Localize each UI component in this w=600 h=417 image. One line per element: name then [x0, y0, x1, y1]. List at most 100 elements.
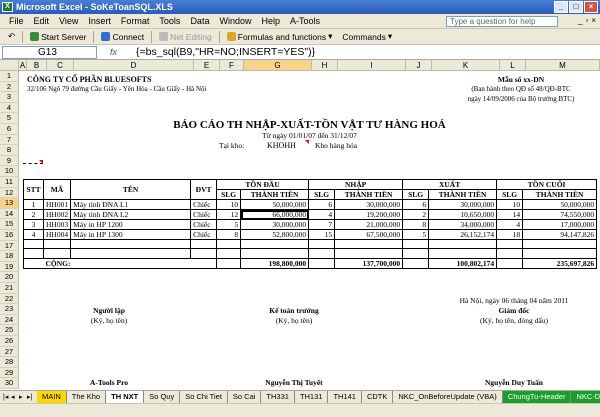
row-header[interactable]: 22 — [0, 293, 19, 305]
table-cell[interactable]: 15 — [308, 229, 336, 240]
column-header[interactable]: K — [432, 60, 500, 71]
table-cell[interactable]: 18 — [496, 229, 524, 240]
table-cell[interactable]: 74,550,000 — [522, 209, 598, 220]
row-header[interactable]: 27 — [0, 346, 19, 358]
tab-th331[interactable]: TH331 — [261, 391, 295, 403]
row-header[interactable]: 8 — [0, 145, 19, 156]
row-header[interactable]: 12 — [0, 187, 19, 199]
table-cell[interactable]: 5 — [216, 219, 242, 230]
close-button[interactable]: × — [584, 1, 598, 13]
table-cell[interactable]: 2 — [23, 209, 44, 220]
tab-the-kho[interactable]: The Kho — [67, 391, 107, 403]
commands-button[interactable]: Commands ▾ — [337, 31, 397, 42]
tab-nkc-onbeforeupdate[interactable]: NKC_OnBeforeUpdate (VBA) — [393, 391, 503, 403]
table-cell[interactable]: 52,800,000 — [240, 229, 310, 240]
table-cell[interactable]: 3 — [23, 219, 44, 230]
row-header[interactable]: 25 — [0, 325, 19, 336]
connect-button[interactable]: Connect — [96, 32, 149, 42]
menu-file[interactable]: File — [4, 16, 29, 26]
row-header[interactable]: 23 — [0, 304, 19, 315]
tab-th141[interactable]: TH141 — [328, 391, 362, 403]
row-header[interactable]: 15 — [0, 219, 19, 230]
start-server-button[interactable]: Start Server — [25, 32, 91, 42]
menu-a-tools[interactable]: A-Tools — [285, 16, 325, 26]
table-cell[interactable]: 6 — [402, 199, 430, 210]
name-box[interactable]: G13 — [2, 46, 97, 59]
net-editing-button[interactable]: Net Editing — [154, 32, 217, 42]
column-header[interactable]: D — [74, 60, 194, 71]
row-header[interactable]: 16 — [0, 230, 19, 241]
prev-sheet-icon[interactable]: ◂ — [11, 393, 18, 401]
menu-window[interactable]: Window — [214, 16, 256, 26]
last-sheet-icon[interactable]: ▸| — [27, 393, 34, 401]
column-header[interactable]: J — [406, 60, 432, 71]
table-cell[interactable]: 30,000,000 — [240, 219, 310, 230]
tab-nkc-details[interactable]: NKC-Details — [571, 391, 600, 403]
table-cell[interactable]: 14 — [496, 209, 524, 220]
table-cell[interactable]: 30,000,000 — [334, 199, 404, 210]
menu-data[interactable]: Data — [185, 16, 214, 26]
table-cell[interactable]: HH003 — [42, 219, 72, 230]
table-cell[interactable]: 8 — [216, 229, 242, 240]
tab-so-cai[interactable]: So Cai — [228, 391, 262, 403]
column-header[interactable]: G — [244, 60, 312, 71]
tab-main[interactable]: MAIN — [37, 391, 67, 403]
minimize-button[interactable]: _ — [554, 1, 568, 13]
maximize-button[interactable]: □ — [569, 1, 583, 13]
menu-edit[interactable]: Edit — [29, 16, 55, 26]
row-header[interactable]: 9 — [0, 155, 19, 167]
row-header[interactable]: 5 — [0, 113, 19, 124]
column-header[interactable]: A — [19, 60, 27, 71]
menu-format[interactable]: Format — [116, 16, 155, 26]
row-header[interactable]: 29 — [0, 367, 19, 379]
doc-close-icon[interactable]: × — [591, 16, 596, 25]
tab-so-quy[interactable]: So Quy — [144, 391, 181, 403]
formulas-button[interactable]: Formulas and functions ▾ — [222, 31, 338, 42]
row-header[interactable]: 2 — [0, 81, 19, 93]
row-header[interactable]: 14 — [0, 208, 19, 220]
menu-view[interactable]: View — [54, 16, 83, 26]
table-cell[interactable]: Máy in HP 1300 — [70, 229, 192, 240]
table-cell[interactable]: 2 — [402, 209, 430, 220]
tab-chungtu-header[interactable]: ChungTu-Header — [502, 391, 572, 403]
column-header[interactable]: F — [220, 60, 244, 71]
row-header[interactable]: 17 — [0, 240, 19, 252]
table-cell[interactable]: Máy tính ĐNA L2 — [70, 209, 192, 220]
row-header[interactable]: 30 — [0, 378, 19, 389]
row-header[interactable]: 13 — [0, 198, 19, 209]
table-cell[interactable]: HH001 — [42, 199, 72, 210]
table-cell[interactable]: Máy tính ĐNA L1 — [70, 199, 192, 210]
select-all-corner[interactable] — [0, 60, 19, 71]
next-sheet-icon[interactable]: ▸ — [19, 393, 26, 401]
column-header[interactable]: H — [312, 60, 338, 71]
row-header[interactable]: 24 — [0, 314, 19, 326]
table-cell[interactable]: 4 — [308, 209, 336, 220]
column-header[interactable]: B — [27, 60, 47, 71]
menu-insert[interactable]: Insert — [83, 16, 116, 26]
table-cell[interactable]: 10 — [496, 199, 524, 210]
undo-icon[interactable]: ↶ — [3, 31, 20, 42]
table-cell[interactable]: Chiếc — [190, 229, 218, 240]
table-cell[interactable]: 21,000,000 — [334, 219, 404, 230]
menu-tools[interactable]: Tools — [154, 16, 185, 26]
fx-icon[interactable]: fx — [110, 45, 117, 60]
table-cell[interactable]: 94,147,826 — [522, 229, 598, 240]
column-header[interactable]: M — [526, 60, 600, 71]
row-header[interactable]: 11 — [0, 177, 19, 188]
table-cell[interactable]: Chiếc — [190, 199, 218, 210]
table-cell[interactable]: 19,200,000 — [334, 209, 404, 220]
worksheet-grid[interactable]: A B C D E F G H I J K L M 1 2 3 4 5 6 7 8 9 10 11 1… — [0, 60, 600, 390]
table-cell[interactable]: 12 — [216, 209, 242, 220]
row-header[interactable]: 1 — [0, 71, 19, 82]
tab-th-nxt[interactable]: TH NXT — [106, 391, 145, 403]
table-cell[interactable]: 4 — [496, 219, 524, 230]
table-cell[interactable]: 26,152,174 — [428, 229, 498, 240]
table-cell[interactable]: Chiếc — [190, 219, 218, 230]
row-header[interactable]: 26 — [0, 336, 19, 347]
table-cell[interactable]: 8 — [402, 219, 430, 230]
table-cell[interactable]: 7 — [308, 219, 336, 230]
menu-help[interactable]: Help — [256, 16, 285, 26]
row-header[interactable]: 7 — [0, 134, 19, 146]
table-cell[interactable]: 17,000,000 — [522, 219, 598, 230]
row-header[interactable]: 4 — [0, 102, 19, 114]
